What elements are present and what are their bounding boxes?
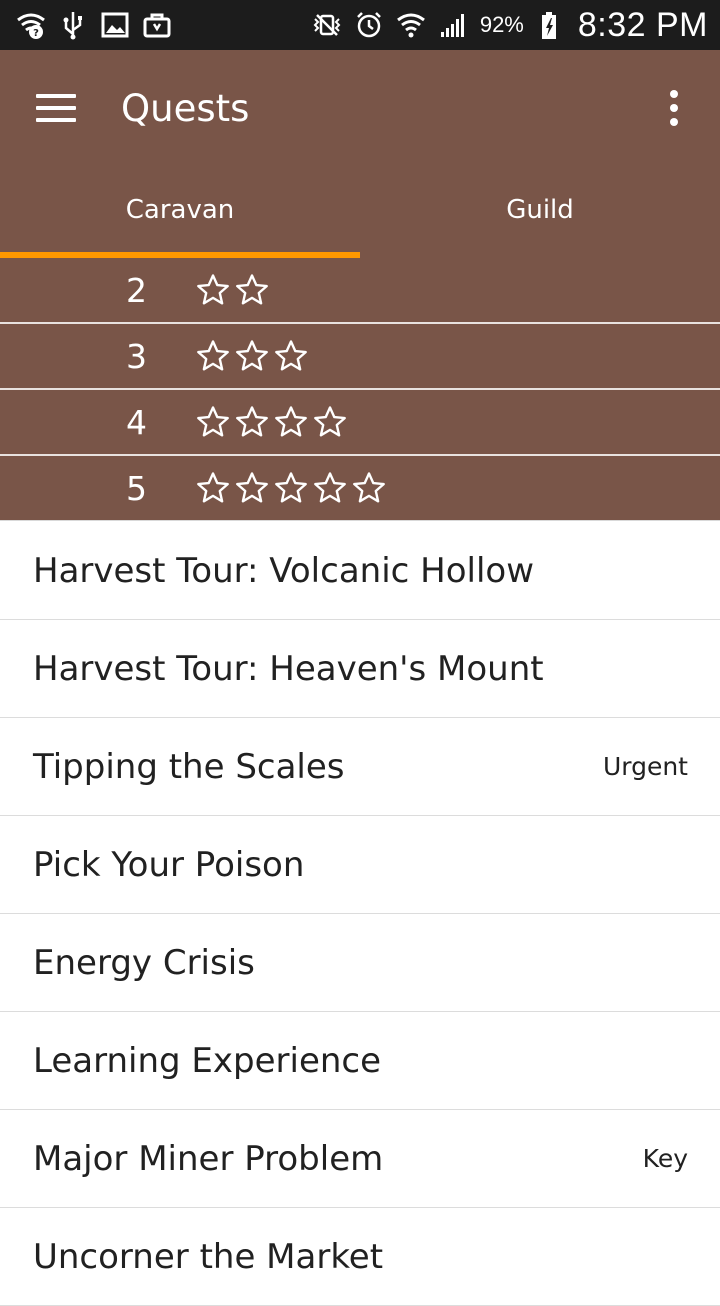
star-icon (275, 340, 307, 371)
rank-list: 2 3 4 5 (0, 258, 720, 521)
quest-name: Learning Experience (33, 1040, 382, 1081)
star-icon (314, 472, 346, 503)
quest-name: Major Miner Problem (33, 1138, 384, 1179)
list-item[interactable]: Energy Crisis (0, 914, 720, 1012)
rank-stars (196, 405, 347, 439)
page-title: Quests (121, 86, 250, 130)
rank-row-5[interactable]: 5 (0, 456, 720, 521)
quest-name: Harvest Tour: Volcanic Hollow (33, 550, 535, 591)
star-icon (275, 406, 307, 437)
rank-number: 3 (126, 336, 147, 376)
clock: 8:32 PM (577, 5, 708, 44)
more-vert-icon[interactable] (668, 90, 680, 126)
status-icons-right: 92% 8:32 PM (312, 6, 708, 45)
rank-row-3[interactable]: 3 (0, 324, 720, 390)
rank-number: 2 (126, 270, 147, 310)
quest-tag: Urgent (602, 752, 688, 781)
star-icon (197, 340, 229, 371)
list-item[interactable]: Major Miner Problem Key (0, 1110, 720, 1208)
quest-name: Harvest Tour: Heaven's Mount (33, 648, 544, 689)
star-icon (197, 274, 229, 305)
star-icon (236, 340, 268, 371)
star-icon (314, 406, 346, 437)
rank-number: 4 (126, 402, 147, 442)
star-icon (197, 472, 229, 503)
rank-number: 5 (126, 468, 147, 508)
wifi-question-icon: ? (16, 10, 46, 40)
usb-icon (58, 10, 88, 40)
battery-charging-icon (536, 10, 566, 40)
rank-row-2[interactable]: 2 (0, 258, 720, 324)
list-item[interactable]: Harvest Tour: Heaven's Mount (0, 620, 720, 718)
tab-guild[interactable]: Guild (360, 166, 720, 258)
battery-percentage: 92% (479, 12, 524, 37)
svg-text:?: ? (33, 28, 39, 39)
alarm-icon (354, 10, 384, 40)
list-item[interactable]: Harvest Tour: Volcanic Hollow (0, 522, 720, 620)
rank-stars (196, 273, 269, 307)
briefcase-icon (142, 10, 172, 40)
rank-stars (196, 339, 308, 373)
star-icon (236, 274, 268, 305)
list-item[interactable]: Uncorner the Market (0, 1208, 720, 1306)
signal-icon (438, 10, 468, 40)
rank-stars (196, 471, 386, 505)
status-icons-left: ? (16, 10, 172, 40)
star-icon (236, 406, 268, 437)
hamburger-menu-icon[interactable] (36, 94, 76, 122)
image-icon (100, 10, 130, 40)
rank-row-4[interactable]: 4 (0, 390, 720, 456)
quest-tag: Key (642, 1144, 688, 1173)
wifi-icon (396, 10, 426, 40)
star-icon (197, 406, 229, 437)
star-icon (353, 472, 385, 503)
list-item[interactable]: Tipping the Scales Urgent (0, 718, 720, 816)
quest-list: Harvest Tour: Volcanic Hollow Harvest To… (0, 522, 720, 1306)
tab-bar: Caravan Guild (0, 166, 720, 258)
star-icon (236, 472, 268, 503)
list-item[interactable]: Pick Your Poison (0, 816, 720, 914)
nfc-vibrate-icon (312, 10, 342, 40)
quest-name: Energy Crisis (33, 942, 255, 983)
quest-name: Pick Your Poison (33, 844, 305, 885)
quest-name: Tipping the Scales (33, 746, 345, 787)
app-bar: Quests (0, 50, 720, 166)
star-icon (275, 472, 307, 503)
list-item[interactable]: Learning Experience (0, 1012, 720, 1110)
status-bar: ? 92% 8:32 PM (0, 0, 720, 50)
tab-caravan[interactable]: Caravan (0, 166, 360, 258)
quest-name: Uncorner the Market (33, 1236, 384, 1277)
